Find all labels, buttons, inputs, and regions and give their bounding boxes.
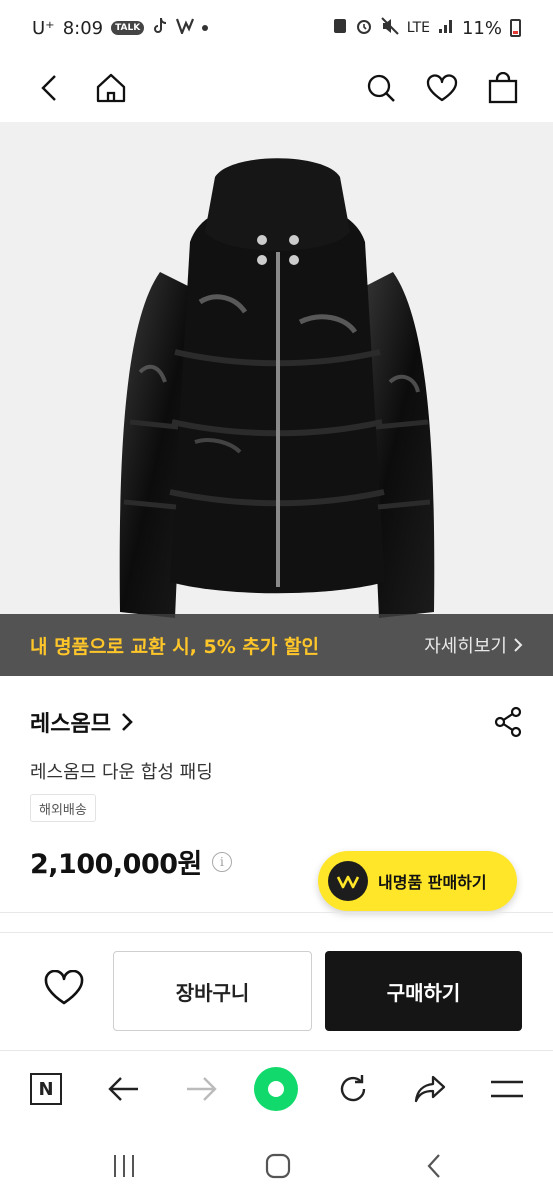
product-name: 레스옴므 다운 합성 패딩 — [30, 762, 213, 783]
browser-toolbar: N — [0, 1050, 553, 1126]
system-navigation-bar — [0, 1130, 553, 1200]
share-icon[interactable] — [493, 706, 523, 742]
kakaotalk-icon: TALK — [111, 21, 145, 35]
menu-icon[interactable] — [483, 1065, 531, 1113]
back-icon[interactable] — [24, 62, 76, 114]
carrier-label: U⁺ — [32, 17, 55, 39]
info-icon[interactable]: i — [211, 851, 232, 872]
sync-icon — [333, 18, 347, 39]
more-notifications-dot — [202, 25, 209, 31]
naver-home-button[interactable]: N — [22, 1065, 70, 1113]
status-left: U⁺ 8:09 TALK — [32, 17, 209, 40]
battery-percent: 11% — [461, 17, 502, 39]
tiktok-icon — [152, 17, 168, 40]
chevron-right-icon — [514, 638, 523, 652]
shopping-bag-icon[interactable] — [477, 62, 529, 114]
padded-jacket-image — [119, 158, 435, 618]
promo-details-link[interactable]: 자세히보기 — [424, 632, 523, 658]
sell-my-luxury-button[interactable]: 내명품 판매하기 — [318, 851, 517, 911]
sell-button-label: 내명품 판매하기 — [378, 873, 487, 892]
product-image[interactable]: 내 명품으로 교환 시, 5% 추가 할인 자세히보기 — [0, 122, 553, 676]
overseas-shipping-badge: 해외배송 — [30, 794, 96, 822]
app-header — [0, 56, 553, 122]
signal-icon — [438, 18, 454, 39]
refresh-icon[interactable] — [329, 1065, 377, 1113]
system-back-icon[interactable] — [414, 1146, 454, 1186]
share-arrow-icon[interactable] — [406, 1065, 454, 1113]
chevron-right-icon — [122, 713, 133, 731]
wave-logo-icon — [328, 861, 368, 901]
browser-forward-icon[interactable] — [177, 1065, 225, 1113]
wishlist-heart-icon[interactable] — [416, 62, 468, 114]
app-notification-icon — [176, 18, 195, 39]
brand-name: 레스옴므 — [30, 712, 111, 737]
system-home-icon[interactable] — [258, 1146, 298, 1186]
naver-n-icon: N — [30, 1073, 62, 1105]
mute-icon — [380, 16, 399, 40]
brand-link[interactable]: 레스옴므 — [30, 706, 133, 738]
browser-back-icon[interactable] — [100, 1065, 148, 1113]
promo-text: 내 명품으로 교환 시, 5% 추가 할인 — [30, 635, 319, 658]
divider — [0, 932, 553, 933]
promo-link-label: 자세히보기 — [424, 636, 507, 657]
battery-icon — [510, 19, 521, 37]
add-to-cart-button[interactable]: 장바구니 — [113, 951, 312, 1031]
green-dot-icon — [254, 1067, 298, 1111]
price-row: 2,100,000원 i — [30, 842, 232, 881]
like-button[interactable] — [36, 960, 92, 1016]
status-right: LTE 11% — [333, 16, 521, 40]
recent-apps-icon[interactable] — [104, 1146, 144, 1186]
status-bar: U⁺ 8:09 TALK LTE 11% — [0, 0, 553, 56]
heart-icon — [44, 970, 84, 1005]
divider — [0, 912, 553, 913]
promo-banner[interactable]: 내 명품으로 교환 시, 5% 추가 할인 자세히보기 — [0, 614, 553, 676]
product-price: 2,100,000원 — [30, 849, 202, 880]
clock: 8:09 — [62, 17, 104, 39]
home-icon[interactable] — [85, 62, 137, 114]
alarm-icon — [355, 17, 373, 40]
search-icon[interactable] — [355, 62, 407, 114]
network-type: LTE — [406, 20, 430, 36]
green-dot-button[interactable] — [252, 1065, 300, 1113]
buy-now-button[interactable]: 구매하기 — [325, 951, 522, 1031]
